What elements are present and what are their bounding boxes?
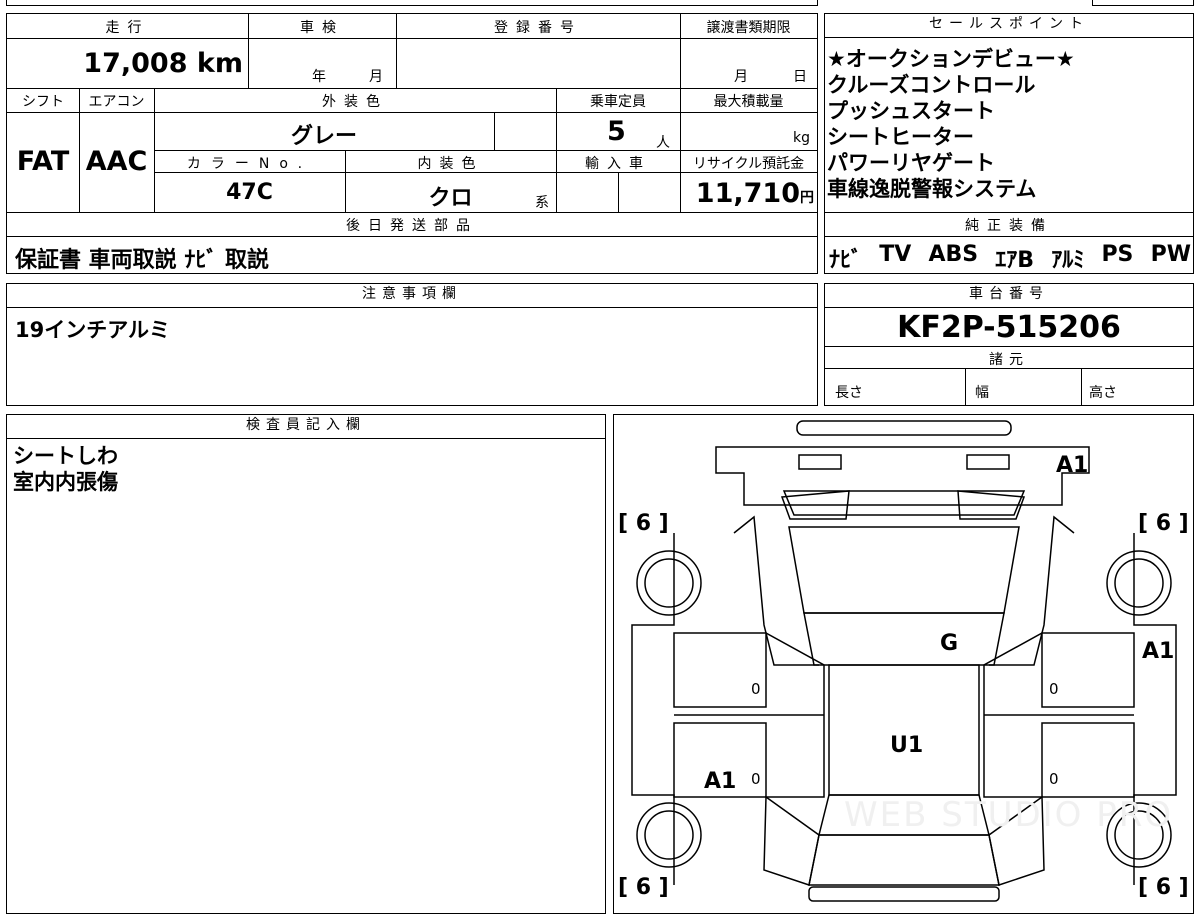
chassis-number: KF2P-515206	[897, 310, 1121, 345]
level-left-rear-door: 0	[751, 770, 761, 788]
damage-mark-windshield: G	[940, 631, 959, 656]
inspection-month: 月	[369, 69, 383, 85]
sales-point: パワーリヤゲート	[827, 151, 995, 175]
tire-front-left: [ 6 ]	[618, 511, 669, 536]
equipment-item: ABS	[928, 242, 979, 267]
tire-rear-right: [ 6 ]	[1138, 875, 1189, 900]
import-label: 輸入車	[585, 156, 651, 172]
car-diagram-box: [ 6 ] [ 6 ] [ 6 ] [ 6 ] A1 A1 G U1 A1 0 …	[613, 414, 1194, 914]
shift-value: FAT	[16, 146, 70, 177]
recycle-value: 11,710円	[695, 178, 814, 209]
sales-points-label: セールスポイント	[825, 14, 1193, 38]
top-strip-right	[1092, 0, 1194, 6]
inspection-year: 年	[312, 69, 326, 85]
vehicle-info-table: 走行 車検 登録番号 譲渡書類期限 17,008 km 年 月 月 日 シフト …	[6, 13, 818, 274]
color-no-value: 47C	[226, 180, 273, 205]
length-label: 長さ	[835, 385, 863, 401]
damage-mark-right-front: A1	[1142, 639, 1175, 664]
ac-value: AAC	[85, 146, 148, 177]
level-right-rear-door: 0	[1049, 770, 1059, 788]
equipment-item: TV	[879, 242, 912, 267]
equipment-item: PS	[1101, 242, 1134, 267]
notes-text: 19インチアルミ	[15, 318, 171, 342]
mileage-label: 走行	[105, 20, 150, 36]
load-unit: kg	[793, 130, 810, 146]
equipment-list: ﾅﾋﾞ TV ABS ｴｱB ｱﾙﾐ PS PW	[829, 242, 1191, 274]
interior-color-label: 内装色	[417, 156, 484, 172]
height-label: 高さ	[1089, 385, 1117, 401]
mileage-value: 17,008 km	[83, 48, 243, 79]
sales-point: シートヒーター	[827, 125, 974, 149]
transfer-day: 日	[793, 69, 807, 85]
shift-label: シフト	[22, 94, 64, 110]
equipment-label: 純正装備	[965, 218, 1053, 234]
width-label: 幅	[975, 385, 989, 401]
inspector-box: 検査員記入欄 シートしわ 室内内張傷	[6, 414, 606, 914]
ac-label: エアコン	[88, 94, 145, 110]
tire-front-right: [ 6 ]	[1138, 511, 1189, 536]
chassis-box: 車台番号 KF2P-515206 諸元 長さ 幅 高さ	[824, 283, 1194, 406]
exterior-color-label: 外装色	[322, 94, 388, 110]
transfer-month: 月	[734, 69, 748, 85]
sales-point: 車線逸脱警報システム	[827, 177, 1037, 201]
car-diagram	[631, 420, 1177, 902]
damage-mark-left-rear: A1	[704, 769, 737, 794]
notes-box: 注意事項欄 19インチアルミ	[6, 283, 818, 406]
capacity-value: 5	[607, 116, 626, 147]
exterior-color-value: グレー	[290, 124, 357, 149]
sales-point: プッシュスタート	[827, 99, 995, 123]
watermark: WEB STUDIO PRO	[844, 795, 1174, 835]
level-right-front-door: 0	[1049, 680, 1059, 698]
interior-color-value: クロ	[428, 186, 473, 211]
equipment-item: ｴｱB	[995, 248, 1035, 273]
recycle-label: リサイクル預託金	[692, 156, 805, 172]
notes-label: 注意事項欄	[7, 284, 817, 308]
capacity-label: 乗車定員	[590, 94, 646, 110]
top-strip	[6, 0, 818, 6]
interior-suffix: 系	[535, 195, 549, 211]
sales-point: ★オークションデビュー★	[827, 47, 1075, 71]
equipment-item: ﾅﾋﾞ	[829, 248, 863, 273]
damage-mark-hood: A1	[1056, 453, 1089, 478]
transfer-deadline-label: 譲渡書類期限	[706, 20, 791, 36]
sales-points-list: ★オークションデビュー★ クルーズコントロール プッシュスタート シートヒーター…	[827, 46, 1075, 202]
max-load-label: 最大積載量	[713, 94, 784, 110]
chassis-label: 車台番号	[825, 284, 1193, 308]
capacity-unit: 人	[656, 135, 670, 151]
sales-points-box: セールスポイント ★オークションデビュー★ クルーズコントロール プッシュスター…	[824, 13, 1194, 274]
inspector-line: シートしわ	[13, 444, 118, 468]
inspector-line: 室内内張傷	[13, 470, 118, 494]
level-left-front-door: 0	[751, 680, 761, 698]
equipment-item: PW	[1150, 242, 1191, 267]
damage-mark-roof: U1	[890, 733, 924, 758]
sales-point: クルーズコントロール	[827, 73, 1036, 97]
spec-label: 諸元	[989, 352, 1029, 368]
inspection-label: 車検	[300, 20, 344, 36]
color-no-label: カラーNo.	[186, 156, 313, 172]
inspector-label: 検査員記入欄	[7, 415, 605, 439]
later-shipped-value: 保証書 車両取説 ﾅﾋﾞ 取説	[15, 248, 269, 273]
later-shipped-label: 後日発送部品	[346, 218, 478, 234]
registration-label: 登録番号	[494, 20, 582, 36]
equipment-item: ｱﾙﾐ	[1051, 248, 1085, 273]
tire-rear-left: [ 6 ]	[618, 875, 669, 900]
